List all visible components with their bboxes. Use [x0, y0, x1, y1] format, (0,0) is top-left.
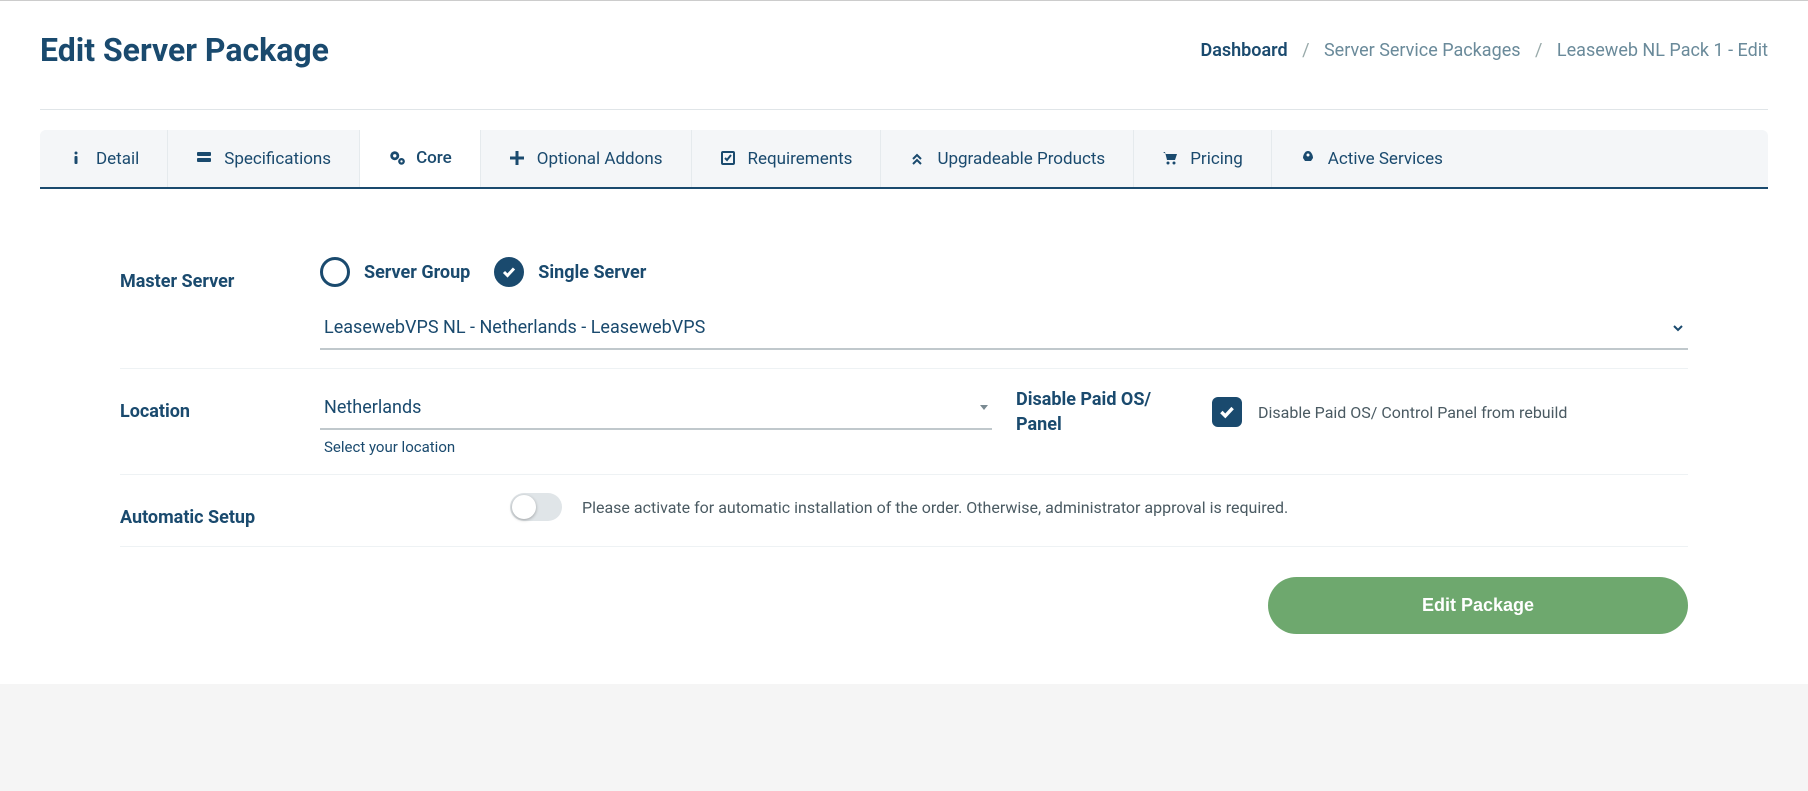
cart-icon	[1162, 150, 1180, 168]
location-hint: Select your location	[320, 438, 992, 456]
automatic-setup-toggle[interactable]	[510, 493, 562, 521]
info-icon	[68, 150, 86, 168]
breadcrumb: Dashboard / Server Service Packages / Le…	[1200, 40, 1768, 61]
server-icon	[196, 150, 214, 168]
tab-requirements[interactable]: Requirements	[692, 130, 882, 187]
disable-paid-label: Disable Paid OS/ Panel	[1016, 387, 1196, 437]
tab-label: Detail	[96, 149, 139, 169]
breadcrumb-current: Leaseweb NL Pack 1 - Edit	[1557, 40, 1768, 61]
breadcrumb-separator: /	[1302, 40, 1309, 61]
chevron-down-icon	[980, 405, 988, 410]
breadcrumb-dashboard[interactable]: Dashboard	[1200, 40, 1287, 61]
chevron-down-icon	[1672, 322, 1684, 334]
checkbox-icon	[720, 150, 738, 168]
rocket-icon	[1300, 150, 1318, 168]
plus-icon	[509, 150, 527, 168]
tab-specifications[interactable]: Specifications	[168, 130, 360, 187]
tab-label: Active Services	[1328, 149, 1443, 169]
disable-paid-checkbox[interactable]	[1212, 397, 1242, 427]
tab-optional-addons[interactable]: Optional Addons	[481, 130, 692, 187]
tab-label: Pricing	[1190, 149, 1243, 169]
select-value: Netherlands	[324, 397, 421, 418]
location-label: Location	[120, 387, 320, 422]
automatic-setup-label: Automatic Setup	[120, 493, 320, 528]
tab-core[interactable]: Core	[360, 130, 481, 189]
automatic-setup-text: Please activate for automatic installati…	[582, 498, 1288, 517]
tab-upgradeable-products[interactable]: Upgradeable Products	[881, 130, 1134, 187]
disable-paid-text: Disable Paid OS/ Control Panel from rebu…	[1258, 403, 1567, 422]
radio-unchecked-icon	[320, 257, 350, 287]
radio-single-server[interactable]: Single Server	[494, 257, 646, 287]
radio-label: Server Group	[364, 262, 470, 283]
tab-label: Specifications	[224, 149, 331, 169]
select-value: LeasewebVPS NL - Netherlands - LeasewebV…	[324, 317, 705, 338]
tabs: Detail Specifications Core Optional Addo…	[40, 130, 1768, 189]
tab-label: Optional Addons	[537, 149, 663, 169]
radio-checked-icon	[494, 257, 524, 287]
edit-package-button[interactable]: Edit Package	[1268, 577, 1688, 634]
radio-label: Single Server	[538, 262, 646, 283]
tab-active-services[interactable]: Active Services	[1272, 130, 1471, 187]
master-server-select[interactable]: LeasewebVPS NL - Netherlands - LeasewebV…	[320, 307, 1688, 350]
chevrons-up-icon	[909, 150, 927, 168]
gears-icon	[388, 149, 406, 167]
tab-label: Core	[416, 148, 452, 168]
tab-pricing[interactable]: Pricing	[1134, 130, 1272, 187]
check-icon	[1218, 403, 1236, 421]
breadcrumb-packages[interactable]: Server Service Packages	[1324, 40, 1521, 61]
breadcrumb-separator: /	[1535, 40, 1542, 61]
tab-label: Requirements	[748, 149, 853, 169]
location-select[interactable]: Netherlands	[320, 387, 992, 430]
tab-detail[interactable]: Detail	[40, 130, 168, 187]
page-title: Edit Server Package	[40, 31, 329, 69]
toggle-knob	[512, 495, 536, 519]
radio-server-group[interactable]: Server Group	[320, 257, 470, 287]
tab-label: Upgradeable Products	[937, 149, 1105, 169]
